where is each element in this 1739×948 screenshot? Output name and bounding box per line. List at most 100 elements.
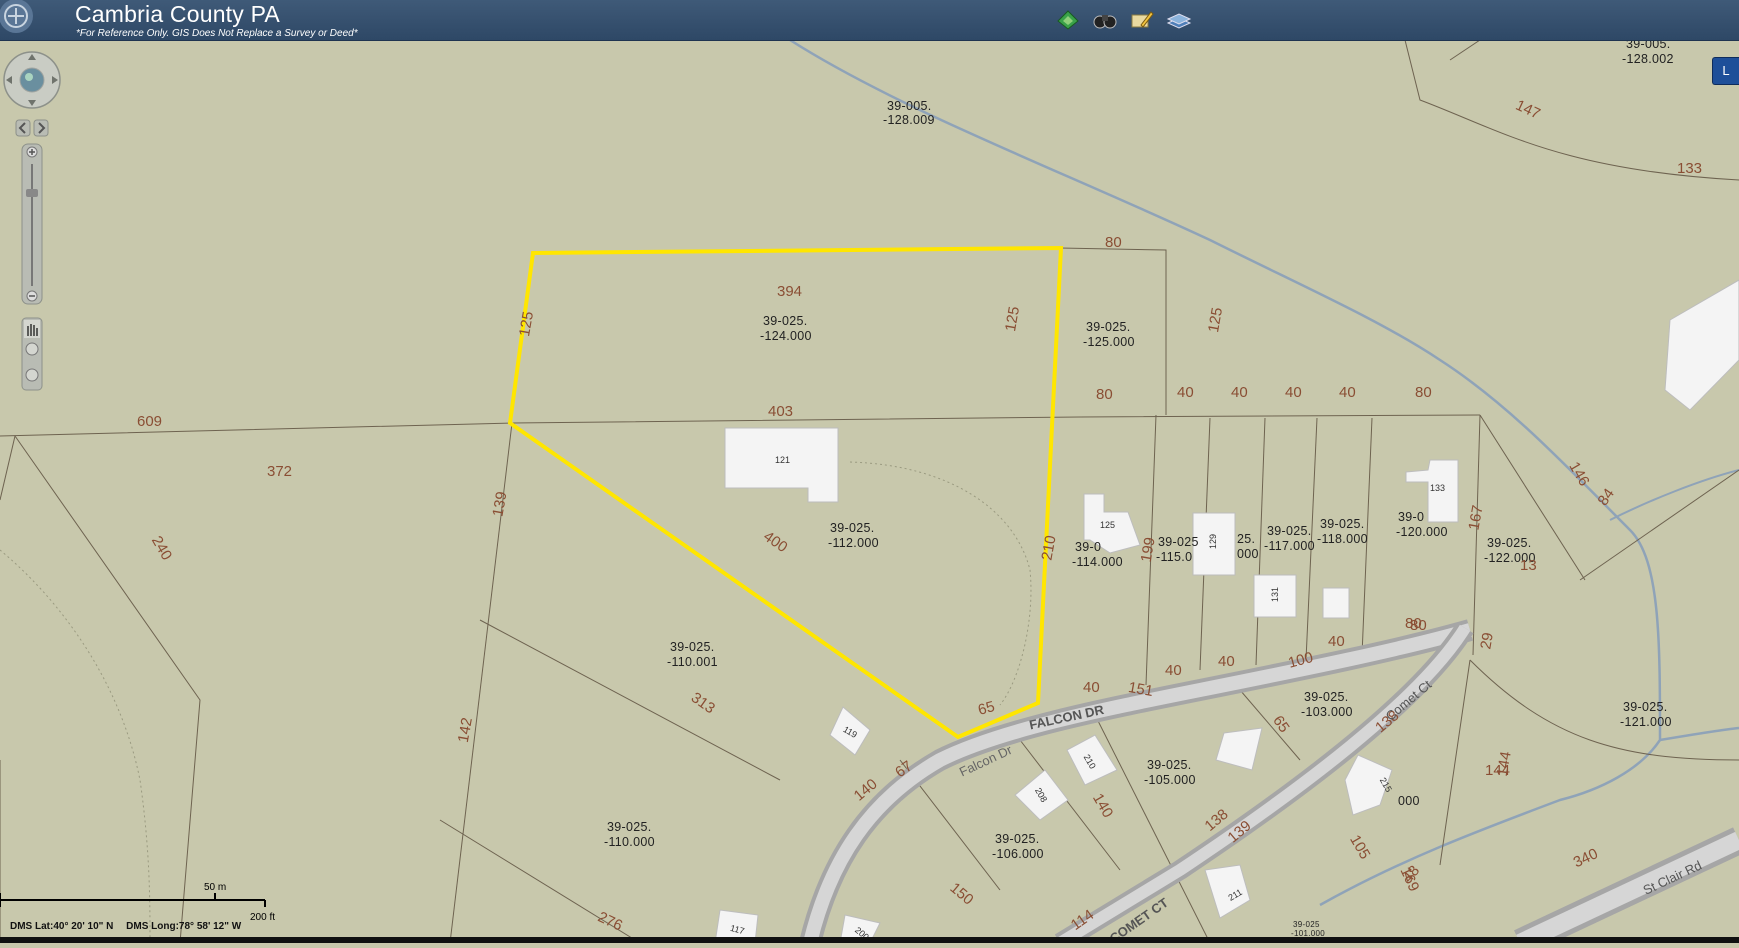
building-number: 131 [1270,587,1280,602]
parcel-id: -117.000 [1264,539,1315,553]
parcel-id: 39-025. [1147,758,1192,772]
dimension-label: 403 [768,403,793,420]
longitude-readout: DMS Long:78° 58' 12" W [126,921,242,932]
dimension-label: 609 [137,413,162,430]
dimension-label: 13 [1520,557,1537,574]
dashed-line [849,461,1032,706]
dimension-label: 40 [1328,633,1345,650]
dimension-label: 147 [1513,97,1543,123]
next-extent-icon[interactable] [33,119,49,137]
dimension-label: 146 [1565,459,1592,489]
dimension-label: 80 [1105,234,1122,251]
parcel-id: -118.000 [1317,532,1368,546]
dimension-label: 40 [1218,653,1235,670]
dimension-label: 40 [1083,679,1100,696]
dimension-label: 210 [1038,534,1059,562]
dimension-label: 125 [1002,305,1023,333]
parcel-id: 000 [1237,547,1259,561]
side-panel-button[interactable]: L [1712,57,1739,85]
pan-hand-icon[interactable] [24,320,40,338]
dimension-label: 140 [1089,791,1116,821]
layers-icon[interactable] [1055,7,1081,33]
dimension-label: 125 [1205,306,1226,334]
building-number: 129 [1208,534,1218,549]
dimension-label: 125 [516,310,537,338]
dimension-label: 65 [976,698,997,719]
stream-branch [1609,469,1739,521]
parcel-id: 39-005. [1626,40,1671,51]
building-number: 121 [775,455,790,465]
dimension-label: 372 [267,463,292,480]
dimension-label: 40 [1231,384,1248,401]
parcel-id: 39-025. [1267,524,1312,538]
stream-branch [1659,726,1739,742]
app-disclaimer: *For Reference Only. GIS Does Not Replac… [76,28,358,39]
parcel-id: -128.002 [1622,52,1674,66]
parcel-id: 39-025. [670,640,715,654]
scale-metric-label: 50 m [204,882,226,893]
parcel-id: -121.000 [1620,715,1672,729]
dimension-label: 65 [1269,712,1292,735]
dimension-label: 340 [1571,845,1601,871]
parcel-id: -128.009 [883,113,935,127]
parcel-id: 39-025. [607,820,652,834]
dimension-label: 80 [1096,386,1113,403]
parcel-id: 39-005. [887,99,932,113]
parcel-id: -106.000 [992,847,1044,861]
parcel-id-labels: 39-005. -128.009 39-005. -128.002 39-025… [604,37,1674,938]
parcel-id: 39-0 [1075,540,1101,554]
zoom-box-out-icon[interactable] [25,368,39,382]
parcel-id: -110.001 [667,655,718,669]
dimension-label: 142 [455,716,476,744]
basemap-icon[interactable] [1166,7,1192,33]
app-header: Cambria County PA *For Reference Only. G… [0,0,1739,41]
draw-pencil-icon[interactable] [1129,7,1155,33]
map-svg[interactable]: 121 125 129 131 133 119 210 208 215 211 … [0,37,1739,948]
parcel-id: -114.000 [1072,555,1123,569]
dimension-label: 40 [1285,384,1302,401]
dimension-label: 167 [1466,504,1487,532]
parcel-id: 39-025. [830,521,875,535]
county-logo-icon [0,0,33,33]
map-navigation-control[interactable] [0,44,70,404]
dimension-labels: 147 133 80 394 125 125 125 609 403 80 40… [137,97,1702,935]
scale-bar: 50 m 200 ft [0,882,275,923]
dimension-label: 144 [1485,762,1510,779]
latitude-readout: DMS Lat:40° 20' 10" N [10,921,114,932]
coordinate-readout: DMS Lat:40° 20' 10" N DMS Long:78° 58' 1… [10,921,251,932]
parcel-id: 39-025. [1086,320,1131,334]
prev-extent-icon[interactable] [15,119,31,137]
parcel-id: -115.0 [1156,550,1192,564]
parcel-id: -105.000 [1144,773,1196,787]
parcel-id: -110.000 [604,835,655,849]
parcel-id: 39-025 [1158,535,1199,549]
dimension-label: 84 [1594,485,1617,508]
parcel-id: -112.000 [828,536,879,550]
scale-imperial-label: 200 ft [250,912,275,923]
parcel-id: -125.000 [1083,335,1135,349]
building-number: 133 [1430,483,1445,493]
zoom-slider-thumb[interactable] [26,189,38,197]
dimension-label: 394 [777,283,802,300]
parcel-id: 39-025. [1304,690,1349,704]
dimension-label: 400 [760,528,790,556]
dimension-label: 313 [688,689,718,717]
parcel-id: -124.000 [760,329,812,343]
dimension-label: 150 [947,879,977,908]
dimension-label: 139 [489,490,510,518]
parcel-id: 39-025. [1320,517,1365,531]
binoculars-icon[interactable] [1092,7,1118,33]
parcel-id: 39-025. [763,314,808,328]
parcel-id: -120.000 [1396,525,1448,539]
dimension-label: 105 [1346,832,1373,862]
parcel-id: 000 [1398,794,1420,808]
building-number: 125 [1100,520,1115,530]
bottom-strip [0,937,1739,943]
globe-icon[interactable] [19,67,45,93]
parcel-id: -103.000 [1301,705,1353,719]
zoom-slider[interactable] [21,143,43,305]
map-canvas[interactable]: 121 125 129 131 133 119 210 208 215 211 … [0,37,1739,948]
dimension-label: 80 [1410,617,1427,634]
dimension-label: 29 [1477,631,1497,650]
zoom-box-in-icon[interactable] [25,342,39,356]
